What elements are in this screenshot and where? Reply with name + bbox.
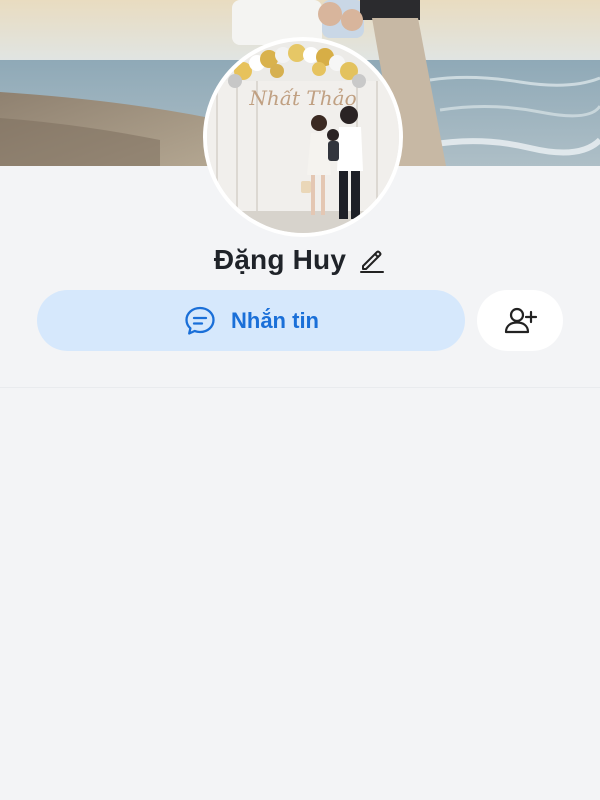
message-button[interactable]: Nhắn tin (37, 290, 465, 351)
add-friend-button[interactable] (477, 290, 563, 351)
profile-name: Đặng Huy (213, 244, 347, 275)
pencil-icon[interactable] (356, 245, 386, 275)
profile-name-row: Đặng Huy (0, 240, 600, 280)
add-user-icon (502, 303, 538, 339)
avatar-banner-text: Nhất Thảo (248, 86, 356, 110)
avatar[interactable]: Nhất Thảo (203, 37, 403, 237)
chat-bubble-icon (183, 304, 217, 338)
profile-content-area (0, 388, 600, 800)
avatar-photo: Nhất Thảo (207, 41, 399, 233)
message-button-label: Nhắn tin (231, 307, 319, 333)
